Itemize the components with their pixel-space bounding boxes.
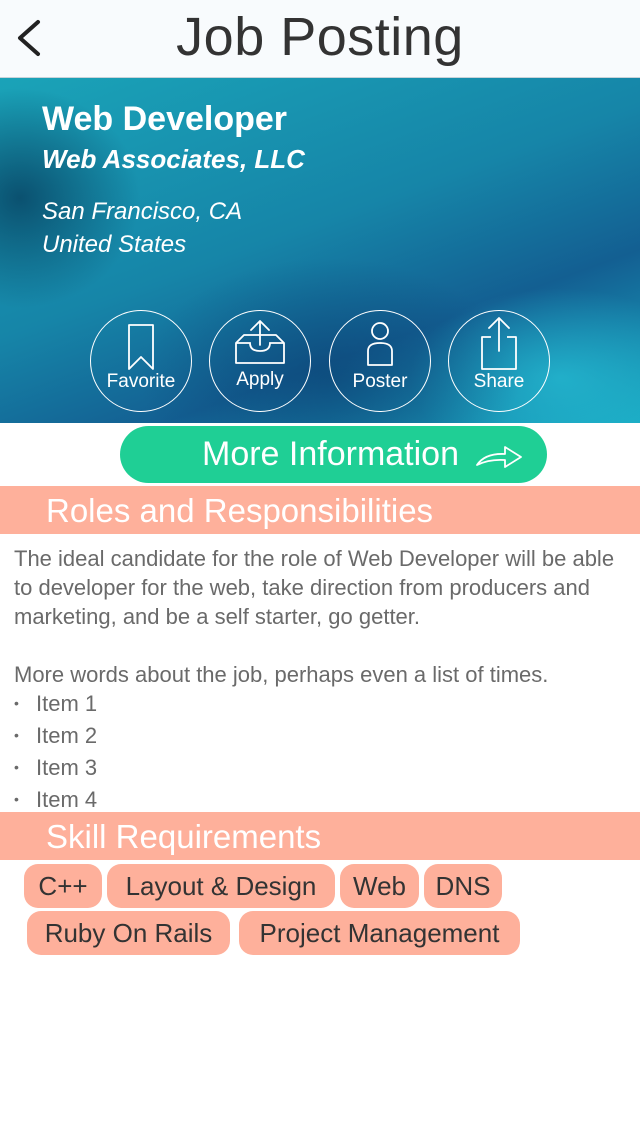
list-item: • Item 3	[14, 753, 97, 785]
bullet-icon: •	[14, 727, 19, 743]
job-hero: Web Developer Web Associates, LLC San Fr…	[0, 78, 640, 423]
more-information-button[interactable]: More Information	[120, 426, 547, 483]
roles-item-list: • Item 1 • Item 2 • Item 3 • Item 4	[14, 689, 97, 817]
poster-button[interactable]: Poster	[329, 310, 431, 412]
inbox-upload-icon	[235, 320, 285, 364]
bullet-icon: •	[14, 759, 19, 775]
arrow-right-icon	[476, 446, 522, 468]
favorite-button[interactable]: Favorite	[90, 310, 192, 412]
list-item-label: Item 3	[36, 755, 98, 780]
apply-label: Apply	[236, 369, 284, 390]
page-title: Job Posting	[176, 7, 464, 67]
skill-tag-ruby-on-rails[interactable]: Ruby On Rails	[27, 911, 230, 955]
list-item: • Item 1	[14, 689, 97, 721]
skill-tag-web[interactable]: Web	[340, 864, 419, 908]
poster-label: Poster	[352, 371, 408, 392]
list-item-label: Item 1	[36, 691, 98, 716]
bookmark-icon	[128, 324, 154, 370]
skill-tag-layout-design[interactable]: Layout & Design	[107, 864, 335, 908]
roles-description: The ideal candidate for the role of Web …	[14, 546, 615, 629]
skill-tag-dns[interactable]: DNS	[424, 864, 502, 908]
skills-section-header: Skill Requirements	[0, 812, 640, 860]
share-button[interactable]: Share	[448, 310, 550, 412]
list-item-label: Item 2	[36, 723, 98, 748]
apply-button[interactable]: Apply	[209, 310, 311, 412]
share-icon	[481, 317, 517, 370]
job-location-city: San Francisco, CA	[42, 198, 243, 225]
skill-tag-cpp[interactable]: C++	[24, 864, 102, 908]
roles-section-header: Roles and Responsibilities	[0, 486, 640, 534]
more-information-label: More Information	[202, 435, 459, 473]
bullet-icon: •	[14, 695, 19, 711]
bullet-icon: •	[14, 791, 19, 807]
person-icon	[367, 322, 393, 366]
list-item: • Item 2	[14, 721, 97, 753]
skill-tag-project-management[interactable]: Project Management	[239, 911, 520, 955]
share-label: Share	[473, 371, 525, 392]
company-name: Web Associates, LLC	[42, 144, 305, 174]
roles-more-text: More words about the job, perhaps even a…	[14, 662, 549, 687]
skills-heading: Skill Requirements	[46, 818, 322, 855]
nav-bar: Job Posting	[0, 0, 640, 78]
roles-heading: Roles and Responsibilities	[46, 492, 434, 529]
job-location-country: United States	[42, 231, 187, 258]
favorite-label: Favorite	[106, 371, 176, 392]
job-title: Web Developer	[42, 100, 288, 138]
list-item-label: Item 4	[36, 787, 98, 812]
